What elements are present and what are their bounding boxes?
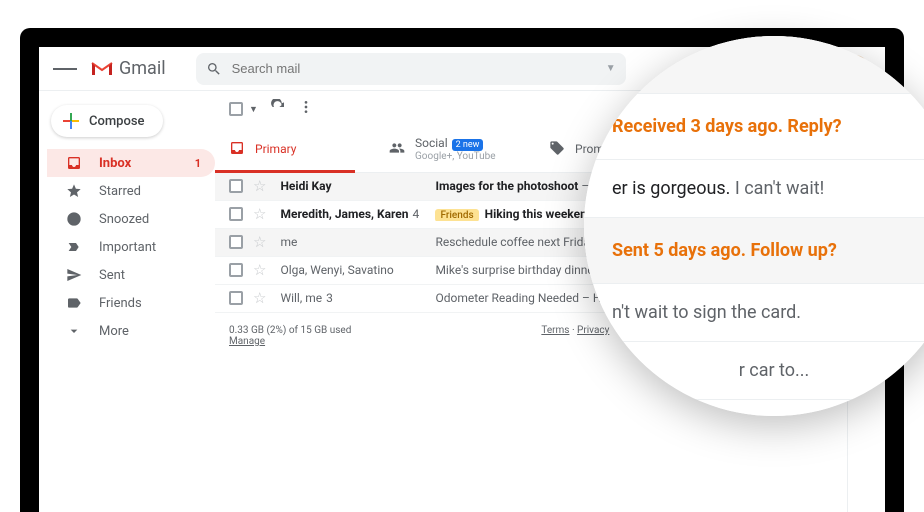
- inbox-icon: [65, 155, 83, 171]
- label-icon: [65, 295, 83, 311]
- sidebar-item-starred[interactable]: Starred: [47, 177, 215, 205]
- star-icon[interactable]: ☆: [253, 261, 266, 279]
- tab-social-sub: Google+, YouTube: [415, 151, 496, 162]
- app-logo[interactable]: Gmail: [91, 58, 166, 79]
- sidebar-item-more[interactable]: More: [47, 317, 215, 345]
- email-from: Will, me3: [280, 291, 435, 305]
- sidebar-item-label: Inbox: [99, 156, 131, 171]
- row-checkbox[interactable]: [229, 207, 243, 221]
- row-checkbox[interactable]: [229, 263, 243, 277]
- sidebar-item-label: More: [99, 324, 129, 339]
- sidebar-item-inbox[interactable]: Inbox 1: [47, 149, 215, 177]
- storage-text: 0.33 GB (2%) of 15 GB used: [229, 325, 351, 336]
- gmail-icon: [91, 61, 113, 77]
- search-bar[interactable]: ▼: [196, 53, 626, 85]
- sidebar-item-important[interactable]: Important: [47, 233, 215, 261]
- star-icon[interactable]: ☆: [253, 177, 266, 195]
- select-caret-icon[interactable]: ▼: [249, 104, 258, 115]
- chevron-down-icon: [65, 323, 83, 339]
- tab-label: Primary: [255, 142, 296, 156]
- tag-icon: [549, 140, 565, 159]
- tab-label: Social: [415, 136, 448, 150]
- email-from: me: [280, 235, 435, 249]
- feature-magnifier: ... Received 3 days ago. Reply? er is go…: [584, 36, 924, 416]
- sidebar-item-label: Important: [99, 240, 156, 255]
- email-from: Heidi Kay: [280, 179, 435, 193]
- mag-row: n't wait to sign the card.: [584, 284, 924, 342]
- mag-row: er is gorgeous. I can't wait!: [584, 160, 924, 218]
- email-from: Meredith, James, Karen4: [280, 207, 435, 221]
- sidebar-item-friends[interactable]: Friends: [47, 289, 215, 317]
- row-checkbox[interactable]: [229, 179, 243, 193]
- tab-primary[interactable]: Primary: [215, 127, 375, 172]
- tab-social[interactable]: Social 2 new Google+, YouTube: [375, 127, 535, 172]
- sidebar-item-sent[interactable]: Sent: [47, 261, 215, 289]
- send-icon: [65, 267, 83, 283]
- sidebar-item-label: Starred: [99, 184, 141, 199]
- search-icon: [206, 61, 222, 77]
- important-icon: [65, 239, 83, 255]
- compose-label: Compose: [89, 114, 145, 129]
- mag-row: r car to...: [584, 342, 924, 400]
- people-icon: [389, 140, 405, 159]
- search-input[interactable]: [232, 61, 606, 76]
- refresh-icon[interactable]: [270, 99, 286, 119]
- row-checkbox[interactable]: [229, 291, 243, 305]
- star-icon[interactable]: ☆: [253, 233, 266, 251]
- row-checkbox[interactable]: [229, 235, 243, 249]
- sidebar-item-label: Sent: [99, 268, 125, 283]
- hamburger-menu-icon[interactable]: [53, 66, 77, 72]
- email-label: Friends: [435, 209, 478, 221]
- more-vert-icon[interactable]: [298, 99, 314, 119]
- sidebar-item-snoozed[interactable]: Snoozed: [47, 205, 215, 233]
- select-all-checkbox[interactable]: [229, 102, 243, 116]
- clock-icon: [65, 211, 83, 227]
- star-icon: [65, 183, 83, 199]
- sidebar-item-badge: 1: [195, 157, 201, 170]
- manage-storage-link[interactable]: Manage: [229, 336, 351, 347]
- app-name: Gmail: [119, 58, 166, 79]
- email-from: Olga, Wenyi, Savatino: [280, 263, 435, 277]
- nudge-reply: Received 3 days ago. Reply?: [584, 94, 924, 160]
- star-icon[interactable]: ☆: [253, 205, 266, 223]
- compose-button[interactable]: Compose: [51, 105, 163, 137]
- tab-social-chip: 2 new: [452, 139, 484, 151]
- nudge-followup: Sent 5 days ago. Follow up?: [584, 218, 924, 284]
- terms-link[interactable]: Terms: [541, 325, 569, 336]
- star-icon[interactable]: ☆: [253, 289, 266, 307]
- sidebar-item-label: Friends: [99, 296, 142, 311]
- inbox-tab-icon: [229, 140, 245, 159]
- sidebar: Compose Inbox 1 Starred Snoozed: [39, 91, 215, 512]
- sidebar-item-label: Snoozed: [99, 212, 149, 227]
- plus-icon: [63, 113, 79, 129]
- mag-row: ...: [584, 36, 924, 94]
